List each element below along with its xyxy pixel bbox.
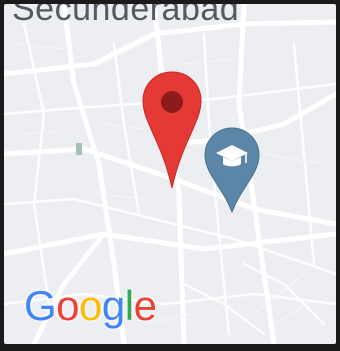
city-label: Secunderabad xyxy=(12,4,240,28)
poi-marker[interactable] xyxy=(76,143,82,155)
map-view[interactable]: Secunderabad Google xyxy=(4,4,336,344)
google-logo-letter: G xyxy=(24,282,57,329)
school-marker[interactable] xyxy=(202,126,262,214)
google-logo-letter: g xyxy=(101,282,125,329)
map-frame: Secunderabad Google xyxy=(0,0,340,351)
google-logo-letter: o xyxy=(56,282,80,329)
google-logo: Google xyxy=(24,282,157,330)
google-logo-letter: e xyxy=(133,282,157,329)
google-logo-letter: o xyxy=(79,282,102,329)
google-logo-letter: l xyxy=(124,282,134,329)
map-pin-icon[interactable] xyxy=(140,70,204,190)
